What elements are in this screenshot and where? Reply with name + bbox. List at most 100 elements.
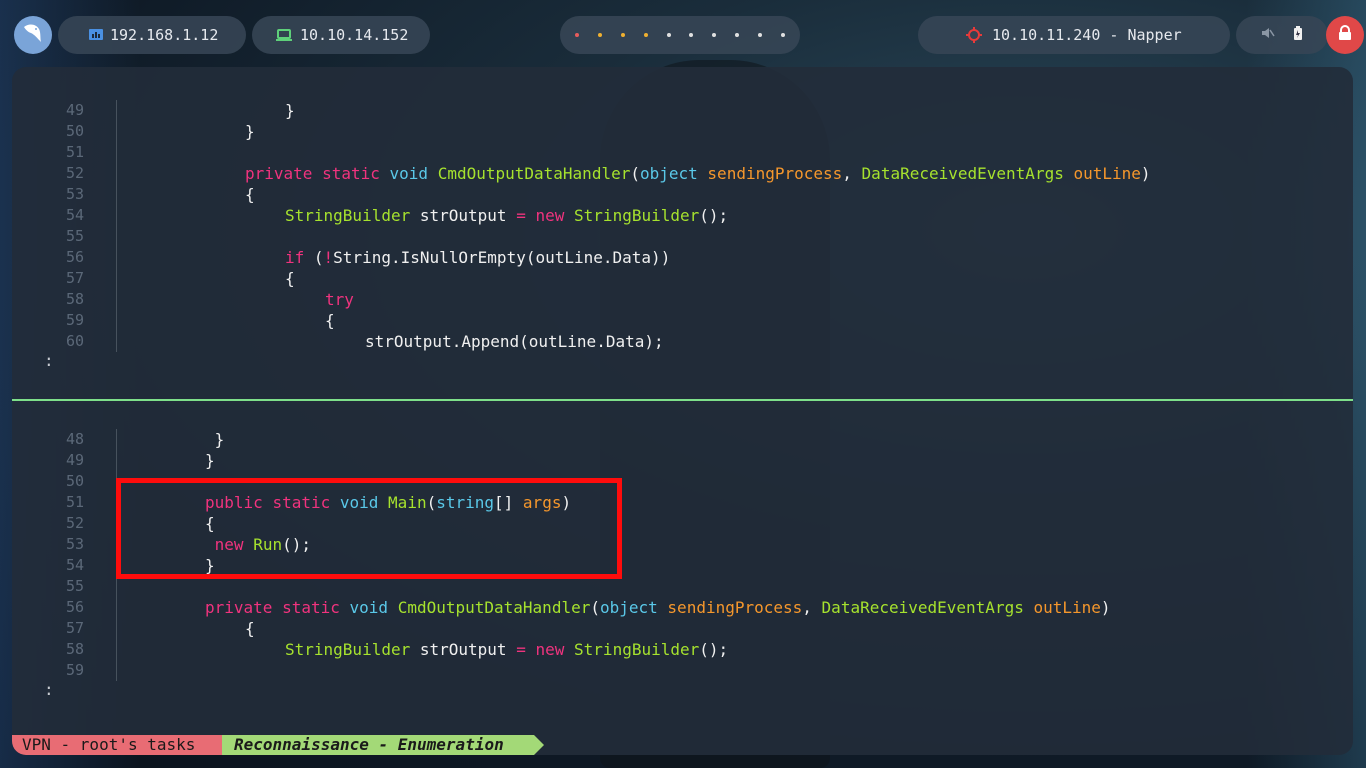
line-number: 57 [65, 269, 84, 287]
crosshair-icon [966, 27, 982, 43]
code-token: private [245, 164, 313, 183]
line-number: 50 [65, 472, 84, 490]
code-token: String.IsNullOrEmpty(outLine.Data)) [333, 248, 671, 267]
code-token: { [245, 619, 255, 638]
code-token: } [214, 430, 225, 449]
code-text: private static void CmdOutputDataHandler… [205, 597, 1111, 618]
code-text: if (!String.IsNullOrEmpty(outLine.Data)) [285, 247, 670, 268]
code-token: { [325, 311, 335, 330]
network-icon [88, 27, 104, 41]
line-number: 55 [65, 577, 84, 595]
code-token: ) [1140, 164, 1151, 183]
line-number: 55 [65, 227, 84, 245]
line-number: 53 [65, 185, 84, 203]
vpn-ip-widget[interactable]: 10.10.14.152 [252, 16, 430, 54]
code-token: DataReceivedEventArgs [861, 164, 1064, 183]
code-token: (); [699, 640, 729, 659]
code-text: { [245, 618, 255, 639]
code-token: ( [304, 248, 324, 267]
code-text: private static void CmdOutputDataHandler… [245, 163, 1151, 184]
workspace-dot[interactable] [575, 33, 580, 37]
code-token: = [516, 206, 526, 225]
code-text: } [205, 450, 215, 471]
workspace-dot[interactable] [757, 33, 762, 37]
code-token: void [389, 164, 429, 183]
code-token: sendingProcess [667, 598, 803, 617]
code-text: } [205, 429, 225, 450]
code-text: } [285, 100, 295, 121]
code-token: StringBuilder [574, 640, 700, 659]
code-token: , [842, 164, 862, 183]
line-number: 58 [65, 640, 84, 658]
battery-icon[interactable] [1293, 25, 1303, 45]
volume-mute-icon[interactable] [1261, 26, 1275, 44]
workspace-dot[interactable] [734, 33, 739, 37]
bird-logo-icon [21, 21, 45, 49]
code-token: try [325, 290, 354, 309]
code-token: outLine [1073, 164, 1141, 183]
laptop-icon [276, 28, 292, 42]
line-number: 51 [65, 143, 84, 161]
workspace-dot[interactable] [780, 33, 785, 37]
lock-icon [1338, 25, 1352, 45]
workspace-indicator[interactable] [560, 16, 800, 54]
line-number: 49 [65, 101, 84, 119]
workspace-dot[interactable] [689, 33, 694, 37]
window-name[interactable]: Reconnaissance - Enumeration [222, 735, 544, 755]
code-token: new [535, 640, 565, 659]
target-widget[interactable]: 10.10.11.240 - Napper [918, 16, 1230, 54]
code-token: CmdOutputDataHandler [397, 598, 591, 617]
line-number: 50 [65, 122, 84, 140]
code-token: new [535, 206, 565, 225]
line-number: 56 [65, 598, 84, 616]
code-text: strOutput.Append(outLine.Data); [365, 331, 664, 352]
code-token: static [322, 164, 380, 183]
workspace-dot[interactable] [598, 33, 603, 37]
line-number: 57 [65, 619, 84, 637]
code-token: static [282, 598, 340, 617]
line-number: 48 [65, 430, 84, 448]
code-token: sendingProcess [707, 164, 843, 183]
code-text: { [285, 268, 295, 289]
code-token: } [205, 451, 215, 470]
system-tray [1236, 16, 1328, 54]
local-ip-widget[interactable]: 192.168.1.12 [58, 16, 246, 54]
code-text: { [325, 310, 335, 331]
workspace-dot[interactable] [643, 33, 648, 37]
terminal-window[interactable]: : 49} 50} 51 52 private static void CmdOutpu… [12, 67, 1353, 755]
session-name[interactable]: VPN - root's tasks [12, 735, 232, 755]
code-token: } [245, 122, 255, 141]
code-token: object [599, 598, 658, 617]
line-number: 54 [65, 556, 84, 574]
target-text: 10.10.11.240 - Napper [992, 26, 1182, 44]
launcher-button[interactable] [14, 16, 52, 54]
workspace-dot[interactable] [620, 33, 625, 37]
line-number: 52 [65, 514, 84, 532]
workspace-dot[interactable] [666, 33, 671, 37]
pane-divider [12, 399, 1353, 401]
code-token: void [349, 598, 389, 617]
workspace-dot[interactable] [712, 33, 717, 37]
code-text: try [325, 289, 354, 310]
terminal-pane-top[interactable]: : 49} 50} 51 52 private static void CmdOutpu… [12, 67, 1353, 400]
code-token: private [205, 598, 273, 617]
highlight-box [116, 478, 622, 579]
code-token: (); [699, 206, 729, 225]
line-number: 49 [65, 451, 84, 469]
line-number: 56 [65, 248, 84, 266]
code-token: strOutput [410, 206, 517, 225]
line-number: 53 [65, 535, 84, 553]
code-token: strOutput.Append(outLine.Data); [365, 332, 664, 351]
lock-screen-button[interactable] [1326, 16, 1364, 54]
code-token: DataReceivedEventArgs [821, 598, 1024, 617]
top-panel: 192.168.1.12 10.10.14.152 10.10.11.240 -… [0, 0, 1366, 70]
code-text: StringBuilder strOutput = new StringBuil… [285, 639, 728, 660]
line-number: 51 [65, 493, 84, 511]
